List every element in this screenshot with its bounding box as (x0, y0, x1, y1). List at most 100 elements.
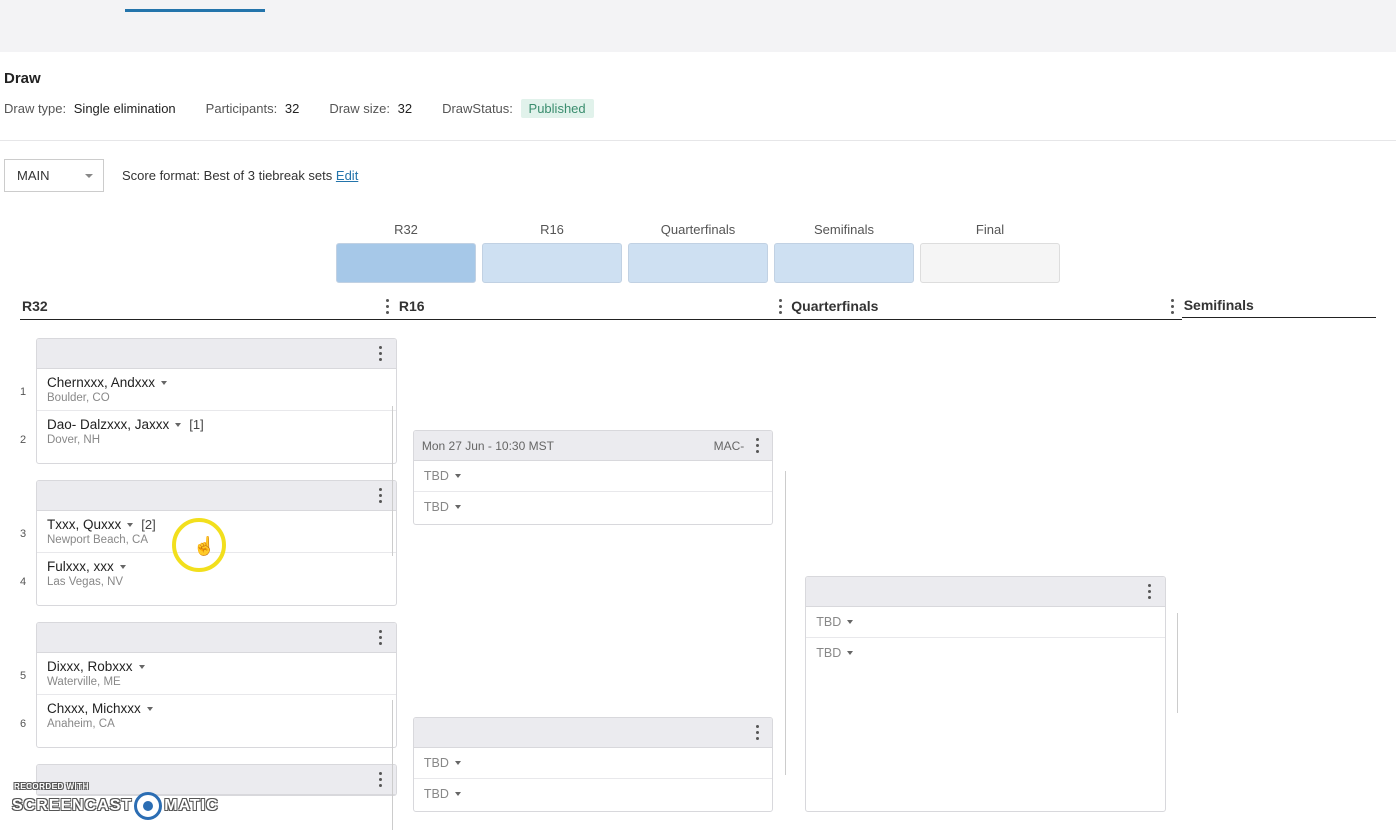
draw-header: Draw Draw type: Single elimination Parti… (0, 52, 1396, 126)
player-row[interactable]: Dao- Dalzxxx, Jaxxx [1] Dover, NH (37, 411, 396, 452)
player-location: Waterville, ME (47, 676, 386, 688)
round-nav-box-qf[interactable] (628, 243, 768, 283)
r32-match: 3 4 Txxx, Quxxx [2] Newport Beach, CA (20, 480, 397, 606)
player-seed: [2] (141, 517, 155, 532)
col-header-r16: R16 (399, 298, 425, 314)
bracket-connector (392, 700, 393, 830)
player-name: Chxxx, Michxxx (47, 701, 141, 716)
player-row-tbd[interactable]: TBD (414, 748, 772, 779)
chevron-down-icon[interactable] (147, 707, 153, 711)
match-options-icon[interactable] (374, 487, 388, 505)
r32-match: 5 6 Dixxx, Robxxx Waterville, ME Chxxx, … (20, 622, 397, 748)
match-schedule: Mon 27 Jun - 10:30 MST (422, 439, 554, 453)
match-court: MAC- (714, 439, 745, 453)
match-options-icon[interactable] (374, 771, 388, 789)
player-row[interactable]: Fulxxx, xxx Las Vegas, NV (37, 553, 396, 594)
col-options-icon[interactable] (1166, 297, 1180, 315)
chevron-down-icon[interactable] (127, 523, 133, 527)
top-tab-band (0, 0, 1396, 52)
r32-match (20, 764, 397, 796)
player-row-tbd[interactable]: TBD (414, 492, 772, 522)
chevron-down-icon[interactable] (175, 423, 181, 427)
player-tbd: TBD (424, 500, 449, 514)
match-card[interactable]: Chernxxx, Andxxx Boulder, CO Dao- Dalzxx… (36, 338, 397, 464)
player-tbd: TBD (816, 646, 841, 660)
player-row-tbd[interactable]: TBD (414, 461, 772, 492)
col-header-r32: R32 (22, 298, 48, 314)
bracket-connector (1177, 613, 1178, 713)
bracket: R32 1 2 Chernxxx, Andxxx Boulder, CO (0, 291, 1396, 812)
bracket-col-r32: R32 1 2 Chernxxx, Andxxx Boulder, CO (20, 291, 397, 812)
player-tbd: TBD (424, 787, 449, 801)
player-location: Newport Beach, CA (47, 534, 386, 546)
chevron-down-icon[interactable] (847, 651, 853, 655)
round-nav-box-sf[interactable] (774, 243, 914, 283)
bracket-col-sf: Semifinals (1182, 291, 1376, 812)
match-options-icon[interactable] (750, 437, 764, 455)
match-seed-numbers: 3 4 (20, 480, 36, 606)
seed-number: 3 (20, 510, 26, 558)
match-options-icon[interactable] (374, 345, 388, 363)
bracket-connector (785, 471, 786, 775)
score-format: Score format: Best of 3 tiebreak sets Ed… (122, 168, 358, 183)
player-name: Fulxxx, xxx (47, 559, 114, 574)
draw-status-label: DrawStatus: (442, 101, 513, 116)
player-row-tbd[interactable]: TBD (806, 607, 1164, 638)
chevron-down-icon[interactable] (455, 792, 461, 796)
draw-section-title: Draw (4, 70, 1392, 87)
match-card[interactable] (36, 764, 397, 796)
player-tbd: TBD (424, 469, 449, 483)
match-options-icon[interactable] (374, 629, 388, 647)
player-row[interactable]: Chxxx, Michxxx Anaheim, CA (37, 695, 396, 736)
chevron-down-icon[interactable] (455, 474, 461, 478)
round-nav-box-final[interactable] (920, 243, 1060, 283)
controls-row: MAIN Score format: Best of 3 tiebreak se… (0, 159, 1396, 192)
participants-value: 32 (285, 101, 299, 116)
match-card[interactable]: Txxx, Quxxx [2] Newport Beach, CA Fulxxx… (36, 480, 397, 606)
player-row[interactable]: Dixxx, Robxxx Waterville, ME (37, 653, 396, 695)
round-nav-box-r16[interactable] (482, 243, 622, 283)
round-nav-box-r32[interactable] (336, 243, 476, 283)
draw-size-label: Draw size: (329, 101, 390, 116)
match-options-icon[interactable] (1143, 583, 1157, 601)
score-format-label: Score format: (122, 168, 200, 183)
chevron-down-icon[interactable] (455, 761, 461, 765)
player-row-tbd[interactable]: TBD (806, 638, 1164, 668)
player-location: Las Vegas, NV (47, 576, 386, 588)
col-header-sf: Semifinals (1184, 297, 1254, 313)
stage-select-value: MAIN (17, 168, 50, 183)
r16-match[interactable]: Mon 27 Jun - 10:30 MST MAC- TBD TBD (413, 430, 773, 525)
chevron-down-icon[interactable] (139, 665, 145, 669)
bracket-col-qf: Quarterfinals TBD TBD (789, 291, 1181, 812)
match-card[interactable]: Dixxx, Robxxx Waterville, ME Chxxx, Mich… (36, 622, 397, 748)
match-seed-numbers: 5 6 (20, 622, 36, 748)
chevron-down-icon[interactable] (161, 381, 167, 385)
chevron-down-icon[interactable] (455, 505, 461, 509)
draw-meta-row: Draw type: Single elimination Participan… (4, 101, 1392, 116)
player-row-tbd[interactable]: TBD (414, 779, 772, 809)
section-divider (0, 140, 1396, 141)
player-location: Dover, NH (47, 434, 386, 446)
qf-match[interactable]: TBD TBD (805, 576, 1165, 812)
score-format-edit-link[interactable]: Edit (336, 168, 358, 183)
match-options-icon[interactable] (750, 724, 764, 742)
match-bar (37, 481, 396, 511)
player-location: Boulder, CO (47, 392, 386, 404)
player-name: Dao- Dalzxxx, Jaxxx (47, 417, 169, 432)
chevron-down-icon[interactable] (120, 565, 126, 569)
player-row[interactable]: Chernxxx, Andxxx Boulder, CO (37, 369, 396, 411)
seed-number: 6 (20, 700, 26, 748)
player-row[interactable]: Txxx, Quxxx [2] Newport Beach, CA (37, 511, 396, 553)
bracket-connector (392, 406, 393, 556)
draw-size-value: 32 (398, 101, 412, 116)
match-seed-numbers: 1 2 (20, 338, 36, 464)
col-options-icon[interactable] (773, 297, 787, 315)
col-options-icon[interactable] (381, 297, 395, 315)
chevron-down-icon[interactable] (847, 620, 853, 624)
round-nav: R32 R16 Quarterfinals Semifinals Final (338, 222, 1058, 283)
r16-match[interactable]: TBD TBD (413, 717, 773, 812)
stage-select[interactable]: MAIN (4, 159, 104, 192)
match-bar: Mon 27 Jun - 10:30 MST MAC- (414, 431, 772, 461)
round-nav-label-r32: R32 (394, 222, 418, 237)
bracket-col-r16: R16 Mon 27 Jun - 10:30 MST MAC- TBD TBD (397, 291, 789, 812)
